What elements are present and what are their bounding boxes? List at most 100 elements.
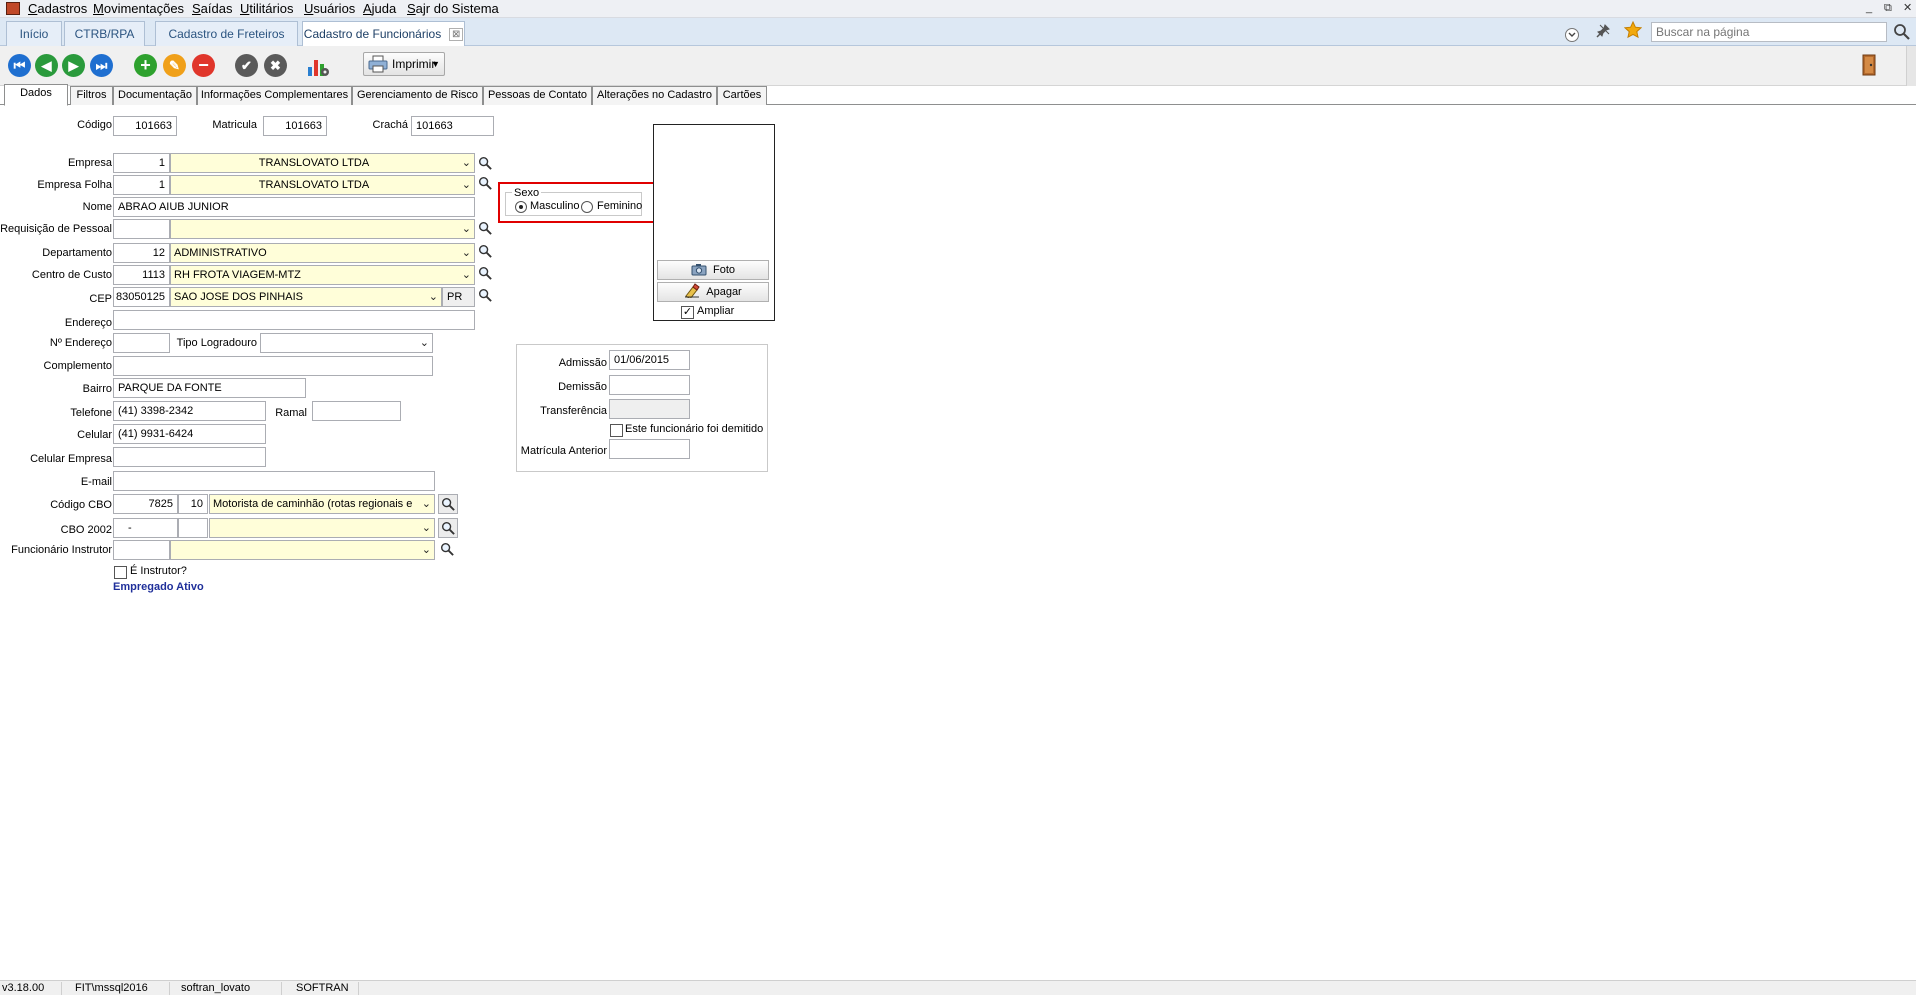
lookup-search-icon[interactable]	[440, 542, 455, 557]
print-label: Imprimir	[392, 57, 436, 71]
chart-icon[interactable]	[306, 54, 330, 78]
menu-saidas[interactable]: Saídas	[192, 1, 232, 16]
departamento-code-input[interactable]: 12	[113, 243, 170, 263]
tab-gerenciamento-risco[interactable]: Gerenciamento de Risco	[352, 86, 483, 105]
tab-cartoes[interactable]: Cartões	[717, 86, 767, 105]
numero-input[interactable]	[113, 333, 170, 353]
add-icon[interactable]: +	[134, 54, 157, 77]
tab-dados[interactable]: Dados	[4, 84, 68, 106]
matricula-anterior-input[interactable]	[609, 439, 690, 459]
tab-filtros[interactable]: Filtros	[70, 86, 113, 105]
menu-usuarios[interactable]: Usuários	[304, 1, 355, 16]
favorite-star-icon[interactable]	[1624, 21, 1642, 39]
cep-label: CEP	[89, 293, 112, 305]
matricula-input[interactable]: 101663	[263, 116, 327, 136]
first-record-icon[interactable]: ⏮	[8, 54, 31, 77]
cbo-code-input[interactable]: 7825	[113, 494, 178, 514]
demitido-checkbox[interactable]	[610, 424, 623, 437]
lookup-search-icon[interactable]	[478, 288, 493, 303]
departamento-select[interactable]: ADMINISTRATIVO ⌄	[170, 243, 475, 263]
menu-sair[interactable]: Sajr do Sistema	[407, 1, 499, 16]
tipo-logradouro-select[interactable]: ⌄	[260, 333, 433, 353]
search-icon[interactable]	[1893, 23, 1911, 41]
tab-pessoas-contato[interactable]: Pessoas de Contato	[483, 86, 592, 105]
cbo2002-lookup-button[interactable]	[438, 518, 458, 538]
tab-inicio[interactable]: Início	[6, 21, 62, 46]
tab-ctrb-rpa[interactable]: CTRB/RPA	[64, 21, 145, 46]
unpin-icon[interactable]	[1594, 22, 1612, 40]
exit-door-icon[interactable]	[1859, 53, 1879, 77]
cbo2002-sub-input[interactable]	[178, 518, 208, 538]
admissao-input[interactable]: 01/06/2015	[609, 350, 690, 370]
delete-icon[interactable]: −	[192, 54, 215, 77]
empresa-folha-select[interactable]: TRANSLOVATO LTDA ⌄	[170, 175, 475, 195]
tab-close-icon[interactable]: ⊠	[449, 28, 464, 42]
ramal-input[interactable]	[312, 401, 401, 421]
transferencia-input[interactable]	[609, 399, 690, 419]
cbo2002-code-input[interactable]: -	[113, 518, 178, 538]
menu-utilitarios[interactable]: Utilitários	[240, 1, 293, 16]
cancel-icon[interactable]: ✖	[264, 54, 287, 77]
instrutor-select[interactable]: ⌄	[170, 540, 435, 560]
restore-icon[interactable]: ⧉	[1884, 1, 1892, 15]
cracha-input[interactable]: 101663	[411, 116, 494, 136]
lookup-search-icon[interactable]	[478, 221, 493, 236]
edit-icon[interactable]: ✎	[163, 54, 186, 77]
cep-input[interactable]: 83050125	[113, 287, 170, 307]
lookup-search-icon[interactable]	[478, 266, 493, 281]
menu-movimentacoes[interactable]: Movimentações	[93, 1, 184, 16]
next-record-icon[interactable]: ▶	[62, 54, 85, 77]
email-input[interactable]	[113, 471, 435, 491]
previous-record-icon[interactable]: ◀	[35, 54, 58, 77]
tab-cadastro-funcionarios[interactable]: Cadastro de Funcionários ⊠	[302, 21, 465, 46]
radio-masculino[interactable]	[515, 201, 527, 213]
confirm-icon[interactable]: ✔	[235, 54, 258, 77]
cbo2002-select[interactable]: ⌄	[209, 518, 435, 538]
apagar-button[interactable]: Apagar	[657, 282, 769, 302]
complemento-input[interactable]	[113, 356, 433, 376]
tab-alteracoes-cadastro[interactable]: Alterações no Cadastro	[592, 86, 717, 105]
lookup-search-icon[interactable]	[478, 244, 493, 259]
lookup-search-icon[interactable]	[478, 156, 493, 171]
endereco-input[interactable]	[113, 310, 475, 330]
celular-input[interactable]: (41) 9931-6424	[113, 424, 266, 444]
app-icon[interactable]	[6, 2, 20, 15]
menu-cadastros[interactable]: Cadastros	[28, 1, 87, 16]
cbo-lookup-button[interactable]	[438, 494, 458, 514]
last-record-icon[interactable]: ⏭	[90, 54, 113, 77]
centro-custo-select[interactable]: RH FROTA VIAGEM-MTZ ⌄	[170, 265, 475, 285]
requisicao-select[interactable]: ⌄	[170, 219, 475, 239]
bairro-input[interactable]: PARQUE DA FONTE	[113, 378, 306, 398]
empresa-select[interactable]: TRANSLOVATO LTDA ⌄	[170, 153, 475, 173]
cbo-sub-input[interactable]: 10	[178, 494, 208, 514]
tab-documentacao[interactable]: Documentação	[113, 86, 197, 105]
close-icon[interactable]: ✕	[1903, 1, 1912, 15]
empresa-code-input[interactable]: 1	[113, 153, 170, 173]
cbo-select[interactable]: Motorista de caminhão (rotas regionais e…	[209, 494, 435, 514]
scrollbar[interactable]	[1906, 46, 1916, 86]
tab-cadastro-freteiros[interactable]: Cadastro de Freteiros	[155, 21, 298, 46]
print-button[interactable]: Imprimir ▼	[363, 52, 445, 76]
codigo-input[interactable]: 101663	[113, 116, 177, 136]
minimize-icon[interactable]: _	[1866, 1, 1872, 15]
foto-button[interactable]: Foto	[657, 260, 769, 280]
telefone-input[interactable]: (41) 3398-2342	[113, 401, 266, 421]
menu-ajuda[interactable]: Ajuda	[363, 1, 396, 16]
celular-empresa-input[interactable]	[113, 447, 266, 467]
demissao-input[interactable]	[609, 375, 690, 395]
tab-informacoes-complementares[interactable]: Informações Complementares	[197, 86, 352, 105]
e-instrutor-checkbox[interactable]	[114, 566, 127, 579]
requisicao-code-input[interactable]	[113, 219, 170, 239]
centro-custo-code-input[interactable]: 1113	[113, 265, 170, 285]
dropdown-circle-icon[interactable]	[1564, 27, 1580, 43]
cidade-select[interactable]: SAO JOSE DOS PINHAIS ⌄	[170, 287, 442, 307]
uf-input[interactable]: PR	[442, 287, 475, 307]
radio-feminino[interactable]	[581, 201, 593, 213]
instrutor-code-input[interactable]	[113, 540, 170, 560]
empresa-folha-code-input[interactable]: 1	[113, 175, 170, 195]
nome-input[interactable]: ABRAO AIUB JUNIOR	[113, 197, 475, 217]
search-input[interactable]	[1651, 22, 1887, 42]
lookup-search-icon[interactable]	[478, 176, 493, 191]
ampliar-checkbox[interactable]: ✓	[681, 306, 694, 319]
transferencia-label: Transferência	[540, 405, 607, 417]
